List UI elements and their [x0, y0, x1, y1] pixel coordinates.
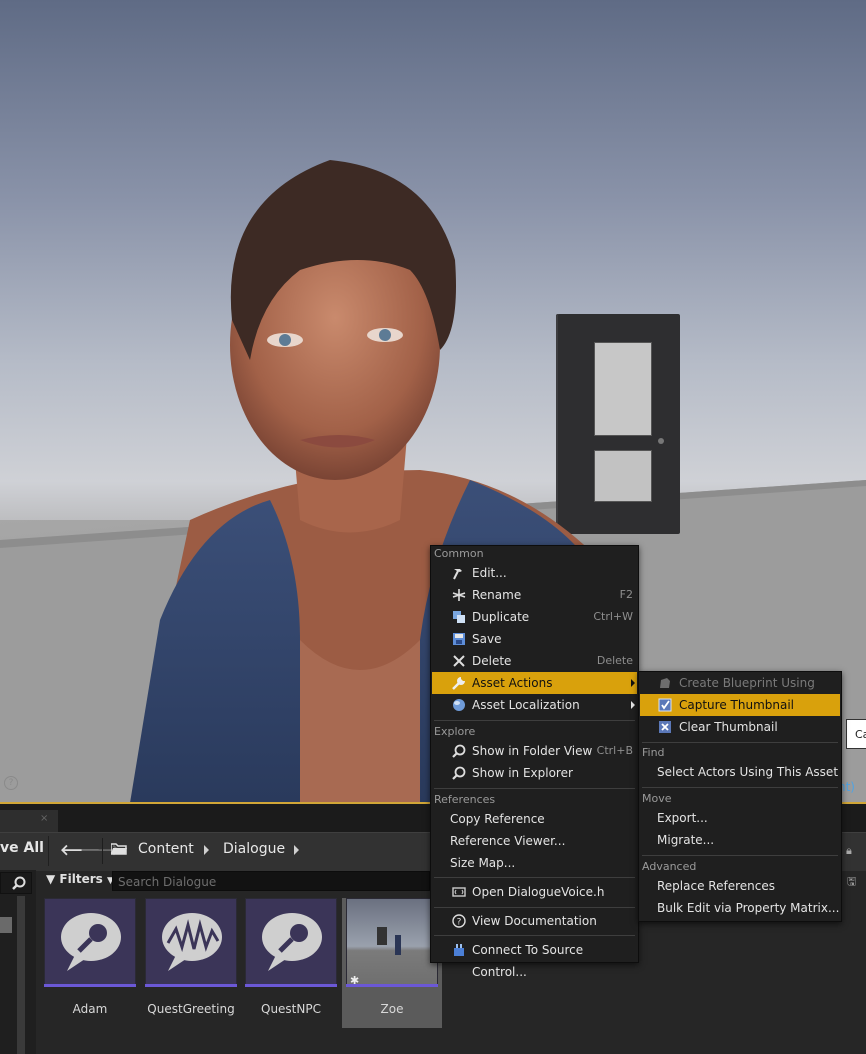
- clear-x-icon: [659, 721, 671, 733]
- menu-divider: [434, 788, 635, 789]
- menu-item-export[interactable]: Export...: [640, 807, 840, 829]
- filters-button[interactable]: ▼ Filters ▼: [46, 872, 114, 886]
- asset-tile-adam[interactable]: Adam: [44, 898, 136, 1028]
- search-input[interactable]: Search Dialogue: [112, 871, 430, 891]
- menu-item-connect-source-control[interactable]: Connect To Source Control...: [432, 939, 637, 979]
- menu-item-duplicate[interactable]: Duplicate Ctrl+W: [432, 606, 637, 628]
- menu-item-reference-viewer[interactable]: Reference Viewer...: [432, 830, 637, 852]
- help-icon[interactable]: ?: [4, 776, 18, 790]
- menu-item-asset-localization[interactable]: Asset Localization: [432, 694, 637, 716]
- menu-item-save[interactable]: Save: [432, 628, 637, 650]
- menu-divider: [642, 742, 838, 743]
- delete-x-icon: [453, 655, 465, 667]
- asset-label: Adam: [72, 1002, 108, 1016]
- close-icon[interactable]: ×: [40, 813, 48, 824]
- search-icon: [12, 876, 26, 890]
- menu-item-select-actors[interactable]: Select Actors Using This Asset: [640, 761, 840, 783]
- rename-icon: [452, 589, 466, 601]
- menu-item-edit[interactable]: Edit...: [432, 562, 637, 584]
- menu-item-size-map[interactable]: Size Map...: [432, 852, 637, 874]
- svg-text:?: ?: [457, 918, 462, 928]
- blueprint-icon: [660, 678, 670, 688]
- menu-item-bulk-edit[interactable]: Bulk Edit via Property Matrix...: [640, 897, 840, 919]
- section-common: Common: [434, 547, 484, 560]
- right-tooltip: Ca: [846, 719, 866, 749]
- asset-context-menu: Common Edit... Rename F2 Duplicate Ctrl+…: [430, 545, 639, 979]
- breadcrumb-content[interactable]: Content: [138, 841, 194, 857]
- modified-star-icon: ✱: [350, 974, 360, 987]
- save-icon: [453, 633, 465, 645]
- menu-item-replace-references[interactable]: Replace References: [640, 875, 840, 897]
- menu-item-asset-actions[interactable]: Asset Actions: [432, 672, 637, 694]
- code-file-icon: [452, 887, 466, 897]
- source-item[interactable]: [0, 917, 12, 933]
- menu-item-show-in-folder-view[interactable]: Show in Folder View Ctrl+B: [432, 740, 637, 762]
- breadcrumb-dialogue[interactable]: Dialogue: [223, 841, 285, 857]
- menu-item-migrate[interactable]: Migrate...: [640, 829, 840, 851]
- hammer-icon: [453, 569, 462, 580]
- menu-item-copy-reference[interactable]: Copy Reference: [432, 808, 637, 830]
- menu-item-capture-thumbnail[interactable]: Capture Thumbnail: [640, 694, 840, 716]
- folder-icon[interactable]: [111, 843, 127, 855]
- globe-icon: [453, 699, 465, 711]
- menu-divider: [642, 787, 838, 788]
- menu-divider: [434, 720, 635, 721]
- magnifier-icon: [452, 766, 466, 780]
- asset-tile-zoe[interactable]: ✱ Zoe: [342, 898, 442, 1028]
- asset-actions-submenu: Create Blueprint Using This... Capture T…: [638, 671, 842, 922]
- submenu-arrow-icon: [631, 701, 635, 709]
- save-all-button[interactable]: ve All: [0, 840, 44, 856]
- dialogue-voice-icon: [44, 898, 136, 986]
- menu-divider: [434, 935, 635, 936]
- menu-item-delete[interactable]: Delete Delete: [432, 650, 637, 672]
- menu-divider: [434, 907, 635, 908]
- magnifier-icon: [452, 744, 466, 758]
- checkbox-icon: [658, 698, 672, 712]
- submenu-arrow-icon: [631, 679, 635, 687]
- asset-tile-questgreeting[interactable]: QuestGreeting: [145, 898, 237, 1028]
- section-explore: Explore: [434, 725, 476, 738]
- level-thumbnail: [346, 898, 438, 986]
- lock-icon[interactable]: 🔒︎: [846, 844, 852, 858]
- section-find: Find: [642, 746, 665, 759]
- asset-label: Zoe: [380, 1002, 404, 1016]
- sources-search[interactable]: [0, 872, 32, 894]
- menu-item-clear-thumbnail[interactable]: Clear Thumbnail: [640, 716, 840, 738]
- menu-item-create-blueprint[interactable]: Create Blueprint Using This...: [640, 672, 840, 712]
- duplicate-icon: [453, 611, 465, 623]
- breadcrumb-arrow-icon[interactable]: [294, 845, 299, 855]
- filter-icon: ▼: [46, 872, 56, 886]
- asset-tile-questnpc[interactable]: QuestNPC: [245, 898, 337, 1028]
- menu-divider: [434, 877, 635, 878]
- help-icon: ?: [452, 914, 466, 928]
- section-references: References: [434, 793, 496, 806]
- dialogue-wave-icon: [145, 898, 237, 986]
- menu-item-show-in-explorer[interactable]: Show in Explorer: [432, 762, 637, 784]
- menu-item-rename[interactable]: Rename F2: [432, 584, 637, 606]
- save-icon[interactable]: 🖫: [847, 873, 856, 892]
- section-move: Move: [642, 792, 672, 805]
- content-browser-tab[interactable]: [0, 810, 58, 832]
- wrench-icon: [452, 677, 465, 690]
- source-control-icon: [454, 944, 464, 956]
- asset-label: QuestGreeting: [147, 1002, 235, 1016]
- menu-divider: [642, 855, 838, 856]
- toolbar-divider: [102, 838, 103, 864]
- breadcrumb-arrow-icon[interactable]: [204, 845, 209, 855]
- toolbar-divider: [48, 836, 49, 866]
- scrollbar[interactable]: [17, 896, 25, 1054]
- dialogue-voice-icon: [245, 898, 337, 986]
- menu-item-open-header[interactable]: Open DialogueVoice.h: [432, 881, 637, 903]
- menu-item-view-documentation[interactable]: ? View Documentation: [432, 910, 637, 932]
- section-advanced: Advanced: [642, 860, 697, 873]
- asset-label: QuestNPC: [261, 1002, 321, 1016]
